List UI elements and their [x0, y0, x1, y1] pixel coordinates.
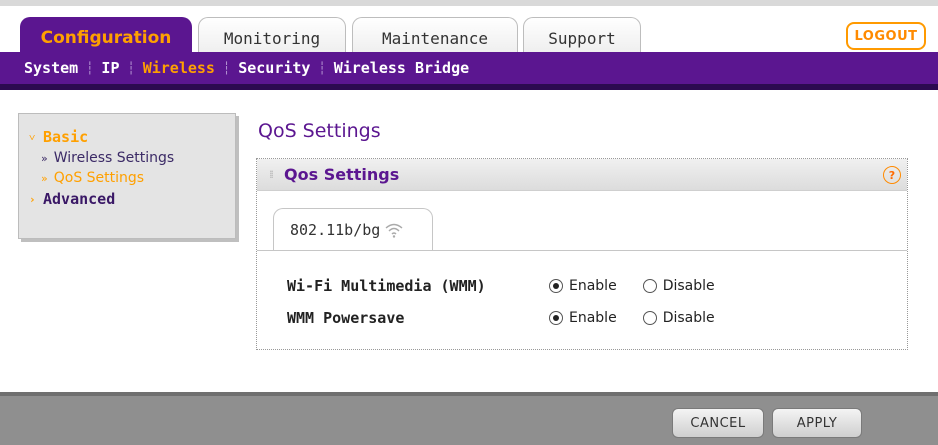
- help-icon[interactable]: ?: [883, 166, 901, 184]
- subnav-separator: ┆: [127, 61, 135, 75]
- subnav-ip[interactable]: IP: [97, 59, 123, 77]
- wifi-signal-icon: [385, 223, 403, 238]
- double-chevron-right-icon: »: [41, 151, 48, 165]
- chevron-right-icon: ›: [29, 192, 36, 206]
- wmm-disable-radio[interactable]: Disable: [642, 278, 715, 294]
- menu-basic-label: Basic: [43, 128, 89, 146]
- subnav-separator: ┆: [86, 61, 94, 75]
- menu-item-wireless-settings[interactable]: » Wireless Settings: [29, 148, 235, 168]
- menu-advanced-label: Advanced: [43, 190, 116, 208]
- sub-navigation: System ┆ IP ┆ Wireless ┆ Security ┆ Wire…: [0, 52, 938, 90]
- radio-unchecked[interactable]: [642, 279, 657, 293]
- top-tab-bar: Configuration Monitoring Maintenance Sup…: [0, 0, 938, 58]
- row-wmm-powersave: WMM Powersave Enable Disable: [287, 307, 887, 329]
- panel-title: Qos Settings: [284, 165, 400, 184]
- qos-settings-panel: ⁞⁞ Qos Settings ? 802.11b/bg Wi-Fi Multi…: [256, 158, 908, 350]
- tab-divider: [257, 250, 907, 251]
- radio-label: Disable: [662, 310, 715, 326]
- subnav-system[interactable]: System: [20, 59, 82, 77]
- footer-bar: CANCEL APPLY: [0, 392, 938, 445]
- radio-label: Enable: [569, 310, 617, 326]
- page-title: QoS Settings: [258, 120, 381, 142]
- radio-label: Enable: [569, 278, 617, 294]
- apply-button[interactable]: APPLY: [772, 408, 862, 438]
- wmm-powersave-label: WMM Powersave: [287, 309, 405, 327]
- subnav-separator: ┆: [222, 61, 231, 75]
- cancel-button[interactable]: CANCEL: [672, 408, 764, 438]
- radio-checked[interactable]: [549, 279, 563, 293]
- tab-label: 802.11b/bg: [290, 220, 381, 239]
- tab-802-11b-bg[interactable]: 802.11b/bg: [273, 208, 433, 250]
- menu-item-label: Wireless Settings: [53, 150, 175, 166]
- double-chevron-right-icon: »: [41, 171, 48, 185]
- menu-advanced[interactable]: › Advanced: [29, 188, 235, 210]
- row-wifi-multimedia: Wi-Fi Multimedia (WMM) Enable Disable: [287, 275, 887, 297]
- menu-item-label: QoS Settings: [53, 170, 145, 186]
- menu-basic[interactable]: ˅ Basic: [29, 126, 235, 148]
- menu-item-qos-settings[interactable]: » QoS Settings: [29, 168, 235, 188]
- subnav-security[interactable]: Security: [234, 59, 314, 77]
- subnav-wireless[interactable]: Wireless: [139, 59, 219, 77]
- powersave-enable-radio[interactable]: Enable: [549, 310, 617, 326]
- logout-button[interactable]: LOGOUT: [846, 22, 926, 50]
- panel-header: ⁞⁞ Qos Settings: [257, 159, 907, 191]
- powersave-disable-radio[interactable]: Disable: [642, 310, 715, 326]
- wmm-label: Wi-Fi Multimedia (WMM): [287, 277, 486, 295]
- drag-grip-icon: ⁞⁞: [269, 168, 274, 181]
- radio-unchecked[interactable]: [642, 311, 657, 325]
- radio-checked[interactable]: [549, 311, 563, 325]
- chevron-down-icon: ˅: [29, 130, 36, 144]
- radio-label: Disable: [662, 278, 715, 294]
- left-menu: ˅ Basic » Wireless Settings » QoS Settin…: [18, 113, 236, 239]
- subnav-wireless-bridge[interactable]: Wireless Bridge: [330, 59, 473, 77]
- wmm-enable-radio[interactable]: Enable: [549, 278, 617, 294]
- subnav-separator: ┆: [318, 61, 326, 75]
